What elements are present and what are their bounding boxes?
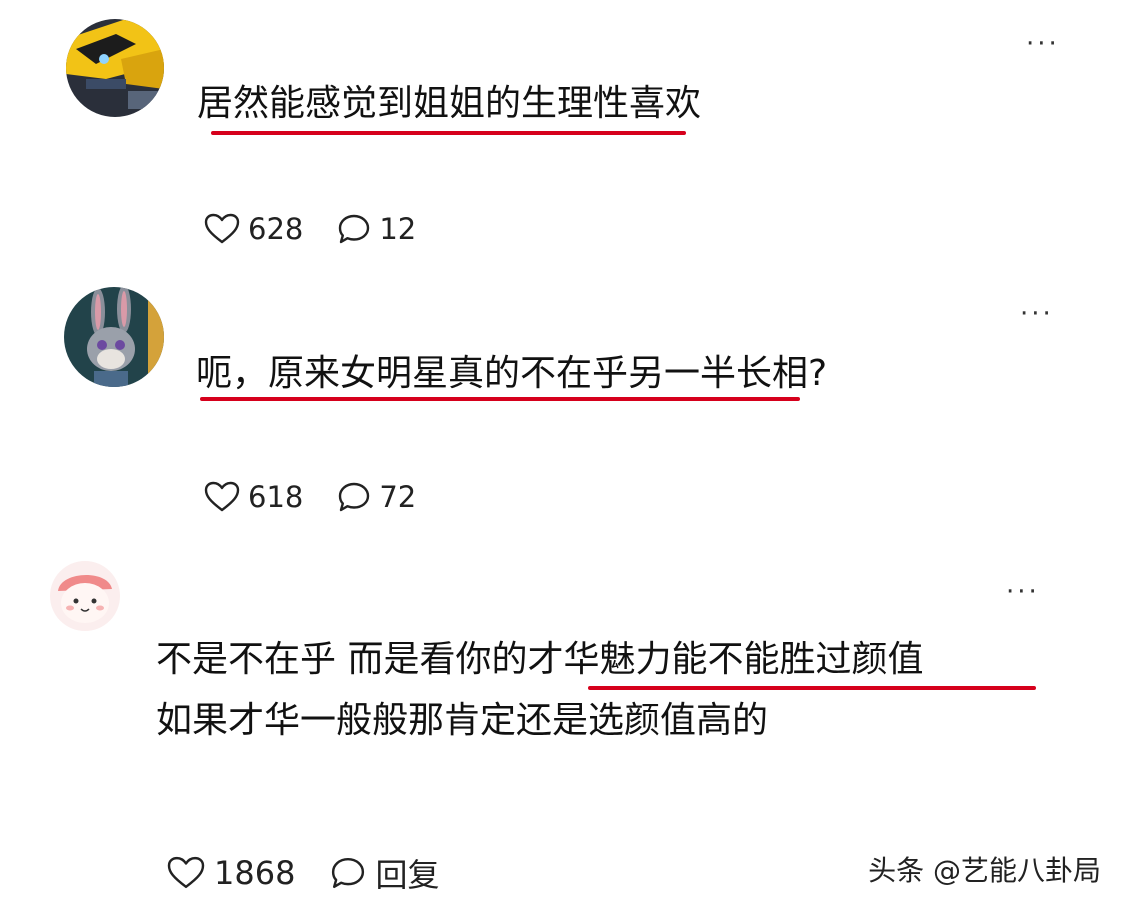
more-options-icon[interactable]: ···: [1026, 31, 1060, 57]
like-button[interactable]: 1868: [166, 854, 295, 892]
heart-icon: [204, 213, 240, 244]
comment-text-line-1: 不是不在乎 而是看你的才华魅力能不能胜过颜值: [156, 639, 924, 680]
reply-button[interactable]: 12: [337, 212, 416, 246]
reply-count: 12: [379, 212, 417, 246]
cartoon-avatar-image: [50, 561, 120, 631]
bumblebee-avatar-image: [66, 19, 164, 117]
like-count: 628: [248, 212, 304, 246]
comment-text: 居然能感觉到姐姐的生理性喜欢: [197, 83, 702, 124]
avatar[interactable]: [50, 561, 120, 631]
like-button[interactable]: 628: [204, 212, 303, 246]
comment-bubble-icon: [339, 482, 370, 512]
comment-actions: 628 12: [204, 212, 416, 246]
more-options-icon[interactable]: ···: [1020, 301, 1054, 327]
rabbit-avatar-image: [64, 287, 164, 387]
reply-count: 72: [379, 480, 417, 514]
watermark: 头条 @艺能八卦局: [868, 854, 1101, 887]
heart-icon: [167, 856, 205, 889]
heart-icon: [204, 481, 240, 512]
comment-actions: 618 72: [204, 480, 416, 514]
comment-bubble-icon: [339, 214, 370, 244]
comment-text: 呃，原来女明星真的不在乎另一半长相?: [196, 353, 828, 394]
comment-actions: 1868 回复: [166, 850, 439, 896]
reply-label: 回复: [375, 856, 440, 894]
like-count: 618: [248, 480, 304, 514]
highlight-underline: [200, 397, 800, 401]
more-options-icon[interactable]: ···: [1006, 579, 1040, 605]
comment-bubble-icon: [332, 857, 365, 889]
reply-button[interactable]: 72: [337, 480, 416, 514]
avatar[interactable]: [64, 287, 164, 387]
reply-button[interactable]: 回复: [329, 850, 439, 896]
like-count: 1868: [214, 854, 296, 892]
highlight-underline: [588, 686, 1036, 690]
like-button[interactable]: 618: [204, 480, 303, 514]
highlight-underline: [211, 131, 686, 135]
avatar[interactable]: [66, 19, 164, 117]
comment-text-line-2: 如果才华一般般那肯定还是选颜值高的: [156, 700, 769, 741]
